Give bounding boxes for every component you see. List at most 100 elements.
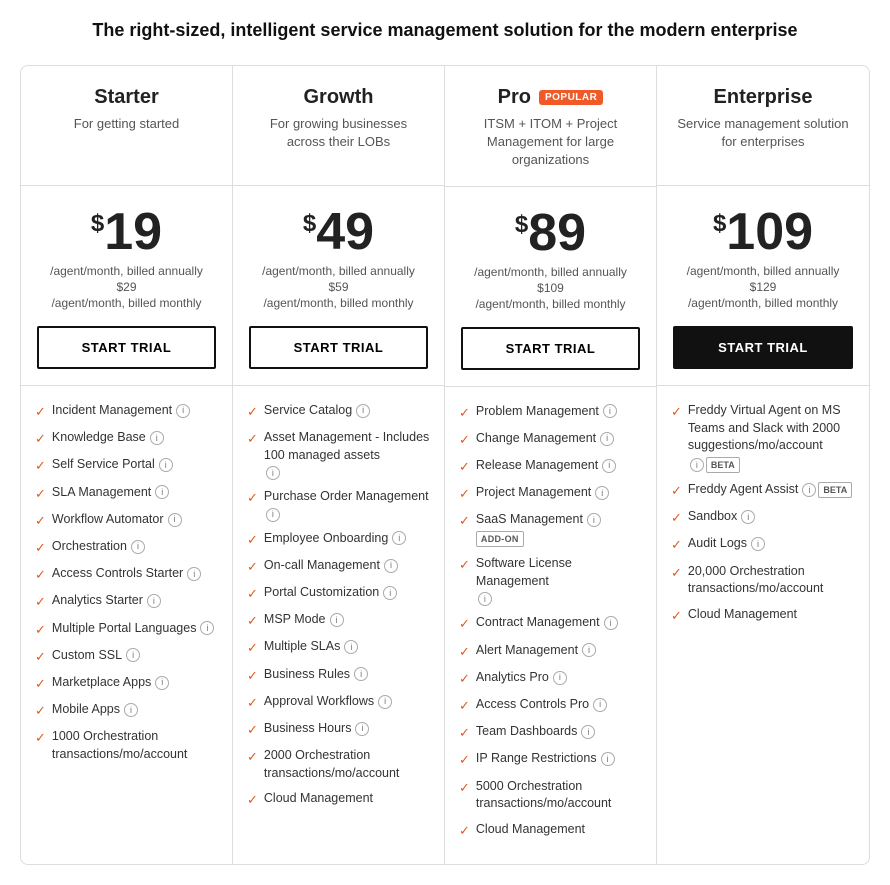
feature-item: ✓Portal Customizationi xyxy=(247,584,430,603)
info-icon[interactable]: i xyxy=(751,537,765,551)
feature-item: ✓5000 Orchestration transactions/mo/acco… xyxy=(459,778,642,813)
info-icon[interactable]: i xyxy=(478,592,492,606)
feature-text: Marketplace Appsi xyxy=(52,674,169,692)
info-icon[interactable]: i xyxy=(600,432,614,446)
plan-features-starter: ✓Incident Managementi✓Knowledge Basei✓Se… xyxy=(21,386,232,864)
plan-pricing-enterprise: $109/agent/month, billed annually$129/ag… xyxy=(657,186,869,386)
info-icon[interactable]: i xyxy=(168,513,182,527)
info-icon[interactable]: i xyxy=(159,458,173,472)
feature-item: ✓SLA Managementi xyxy=(35,484,218,503)
feature-text: Freddy Agent AssistiBETA xyxy=(688,481,852,499)
info-icon[interactable]: i xyxy=(582,643,596,657)
plan-name-enterprise: Enterprise xyxy=(714,86,813,109)
plan-name-starter: Starter xyxy=(94,86,158,109)
feature-item: ✓Approval Workflowsi xyxy=(247,693,430,712)
start-trial-btn-starter[interactable]: START TRIAL xyxy=(37,326,216,369)
info-icon[interactable]: i xyxy=(344,640,358,654)
info-icon[interactable]: i xyxy=(126,648,140,662)
info-icon[interactable]: i xyxy=(176,404,190,418)
feature-text: Business Rulesi xyxy=(264,666,368,684)
checkmark-icon: ✓ xyxy=(671,482,682,500)
info-icon[interactable]: i xyxy=(741,510,755,524)
feature-text: Knowledge Basei xyxy=(52,429,164,447)
info-icon[interactable]: i xyxy=(383,586,397,600)
feature-item: ✓1000 Orchestration transactions/mo/acco… xyxy=(35,728,218,763)
feature-text: Freddy Virtual Agent on MS Teams and Sla… xyxy=(688,402,855,473)
info-icon[interactable]: i xyxy=(187,567,201,581)
plan-header-starter: StarterFor getting started xyxy=(21,66,232,186)
info-icon[interactable]: i xyxy=(266,508,280,522)
feature-item: ✓Purchase Order Managementi xyxy=(247,488,430,522)
info-icon[interactable]: i xyxy=(603,404,617,418)
feature-item: ✓Knowledge Basei xyxy=(35,429,218,448)
info-icon[interactable]: i xyxy=(147,594,161,608)
info-icon[interactable]: i xyxy=(595,486,609,500)
feature-text: Portal Customizationi xyxy=(264,584,397,602)
info-icon[interactable]: i xyxy=(587,513,601,527)
info-icon[interactable]: i xyxy=(124,703,138,717)
beta-badge: BETA xyxy=(818,482,852,499)
plan-billing-annual-pro: /agent/month, billed annually xyxy=(461,265,640,279)
feature-item: ✓20,000 Orchestration transactions/mo/ac… xyxy=(671,563,855,598)
info-icon[interactable]: i xyxy=(384,559,398,573)
feature-text: Team Dashboardsi xyxy=(476,723,595,741)
feature-text: Workflow Automatori xyxy=(52,511,182,529)
feature-text: Incident Managementi xyxy=(52,402,190,420)
feature-text: IP Range Restrictionsi xyxy=(476,750,615,768)
plan-desc-pro: ITSM + ITOM + Project Management for lar… xyxy=(461,115,640,170)
info-icon[interactable]: i xyxy=(354,667,368,681)
checkmark-icon: ✓ xyxy=(35,457,46,475)
feature-text: Analytics Proi xyxy=(476,669,567,687)
info-icon[interactable]: i xyxy=(155,676,169,690)
checkmark-icon: ✓ xyxy=(459,615,470,633)
checkmark-icon: ✓ xyxy=(459,643,470,661)
feature-text: Contract Managementi xyxy=(476,614,618,632)
info-icon[interactable]: i xyxy=(604,616,618,630)
checkmark-icon: ✓ xyxy=(459,458,470,476)
feature-text: Approval Workflowsi xyxy=(264,693,392,711)
feature-item: ✓MSP Modei xyxy=(247,611,430,630)
checkmark-icon: ✓ xyxy=(459,724,470,742)
feature-item: ✓ Team Dashboardsi xyxy=(459,723,642,742)
info-icon[interactable]: i xyxy=(802,483,816,497)
info-icon[interactable]: i xyxy=(266,466,280,480)
plan-billing-annual-enterprise: /agent/month, billed annually xyxy=(673,264,853,278)
info-icon[interactable]: i xyxy=(155,485,169,499)
info-icon[interactable]: i xyxy=(601,752,615,766)
info-icon[interactable]: i xyxy=(690,458,704,472)
info-icon[interactable]: i xyxy=(581,725,595,739)
feature-item: ✓Access Controls Starteri xyxy=(35,565,218,584)
feature-text: Service Catalogi xyxy=(264,402,370,420)
price-dollar-sign: $ xyxy=(91,212,104,236)
info-icon[interactable]: i xyxy=(593,698,607,712)
start-trial-btn-pro[interactable]: START TRIAL xyxy=(461,327,640,370)
info-icon[interactable]: i xyxy=(392,531,406,545)
info-icon[interactable]: i xyxy=(355,722,369,736)
plan-header-growth: GrowthFor growing businesses across thei… xyxy=(233,66,444,186)
info-icon[interactable]: i xyxy=(150,431,164,445)
info-icon[interactable]: i xyxy=(200,621,214,635)
start-trial-btn-enterprise[interactable]: START TRIAL xyxy=(673,326,853,369)
checkmark-icon: ✓ xyxy=(671,509,682,527)
info-icon[interactable]: i xyxy=(378,695,392,709)
checkmark-icon: ✓ xyxy=(247,639,258,657)
start-trial-btn-growth[interactable]: START TRIAL xyxy=(249,326,428,369)
feature-text: Multiple SLAsi xyxy=(264,638,358,656)
plan-billing-monthly-growth: /agent/month, billed monthly xyxy=(249,296,428,310)
info-icon[interactable]: i xyxy=(330,613,344,627)
feature-item: ✓Cloud Management xyxy=(671,606,855,625)
plan-features-pro: ✓Problem Managementi✓Change Managementi✓… xyxy=(445,387,656,864)
feature-item: ✓Mobile Appsi xyxy=(35,701,218,720)
plan-features-growth: ✓Service Catalogi✓Asset Management - Inc… xyxy=(233,386,444,864)
feature-item: ✓ Contract Managementi xyxy=(459,614,642,633)
popular-badge: POPULAR xyxy=(539,90,603,105)
info-icon[interactable]: i xyxy=(553,671,567,685)
checkmark-icon: ✓ xyxy=(247,612,258,630)
checkmark-icon: ✓ xyxy=(459,512,470,530)
info-icon[interactable]: i xyxy=(131,540,145,554)
plan-billing-monthly-enterprise: /agent/month, billed monthly xyxy=(673,296,853,310)
info-icon[interactable]: i xyxy=(602,459,616,473)
checkmark-icon: ✓ xyxy=(459,751,470,769)
info-icon[interactable]: i xyxy=(356,404,370,418)
feature-text: Cloud Management xyxy=(264,790,373,808)
